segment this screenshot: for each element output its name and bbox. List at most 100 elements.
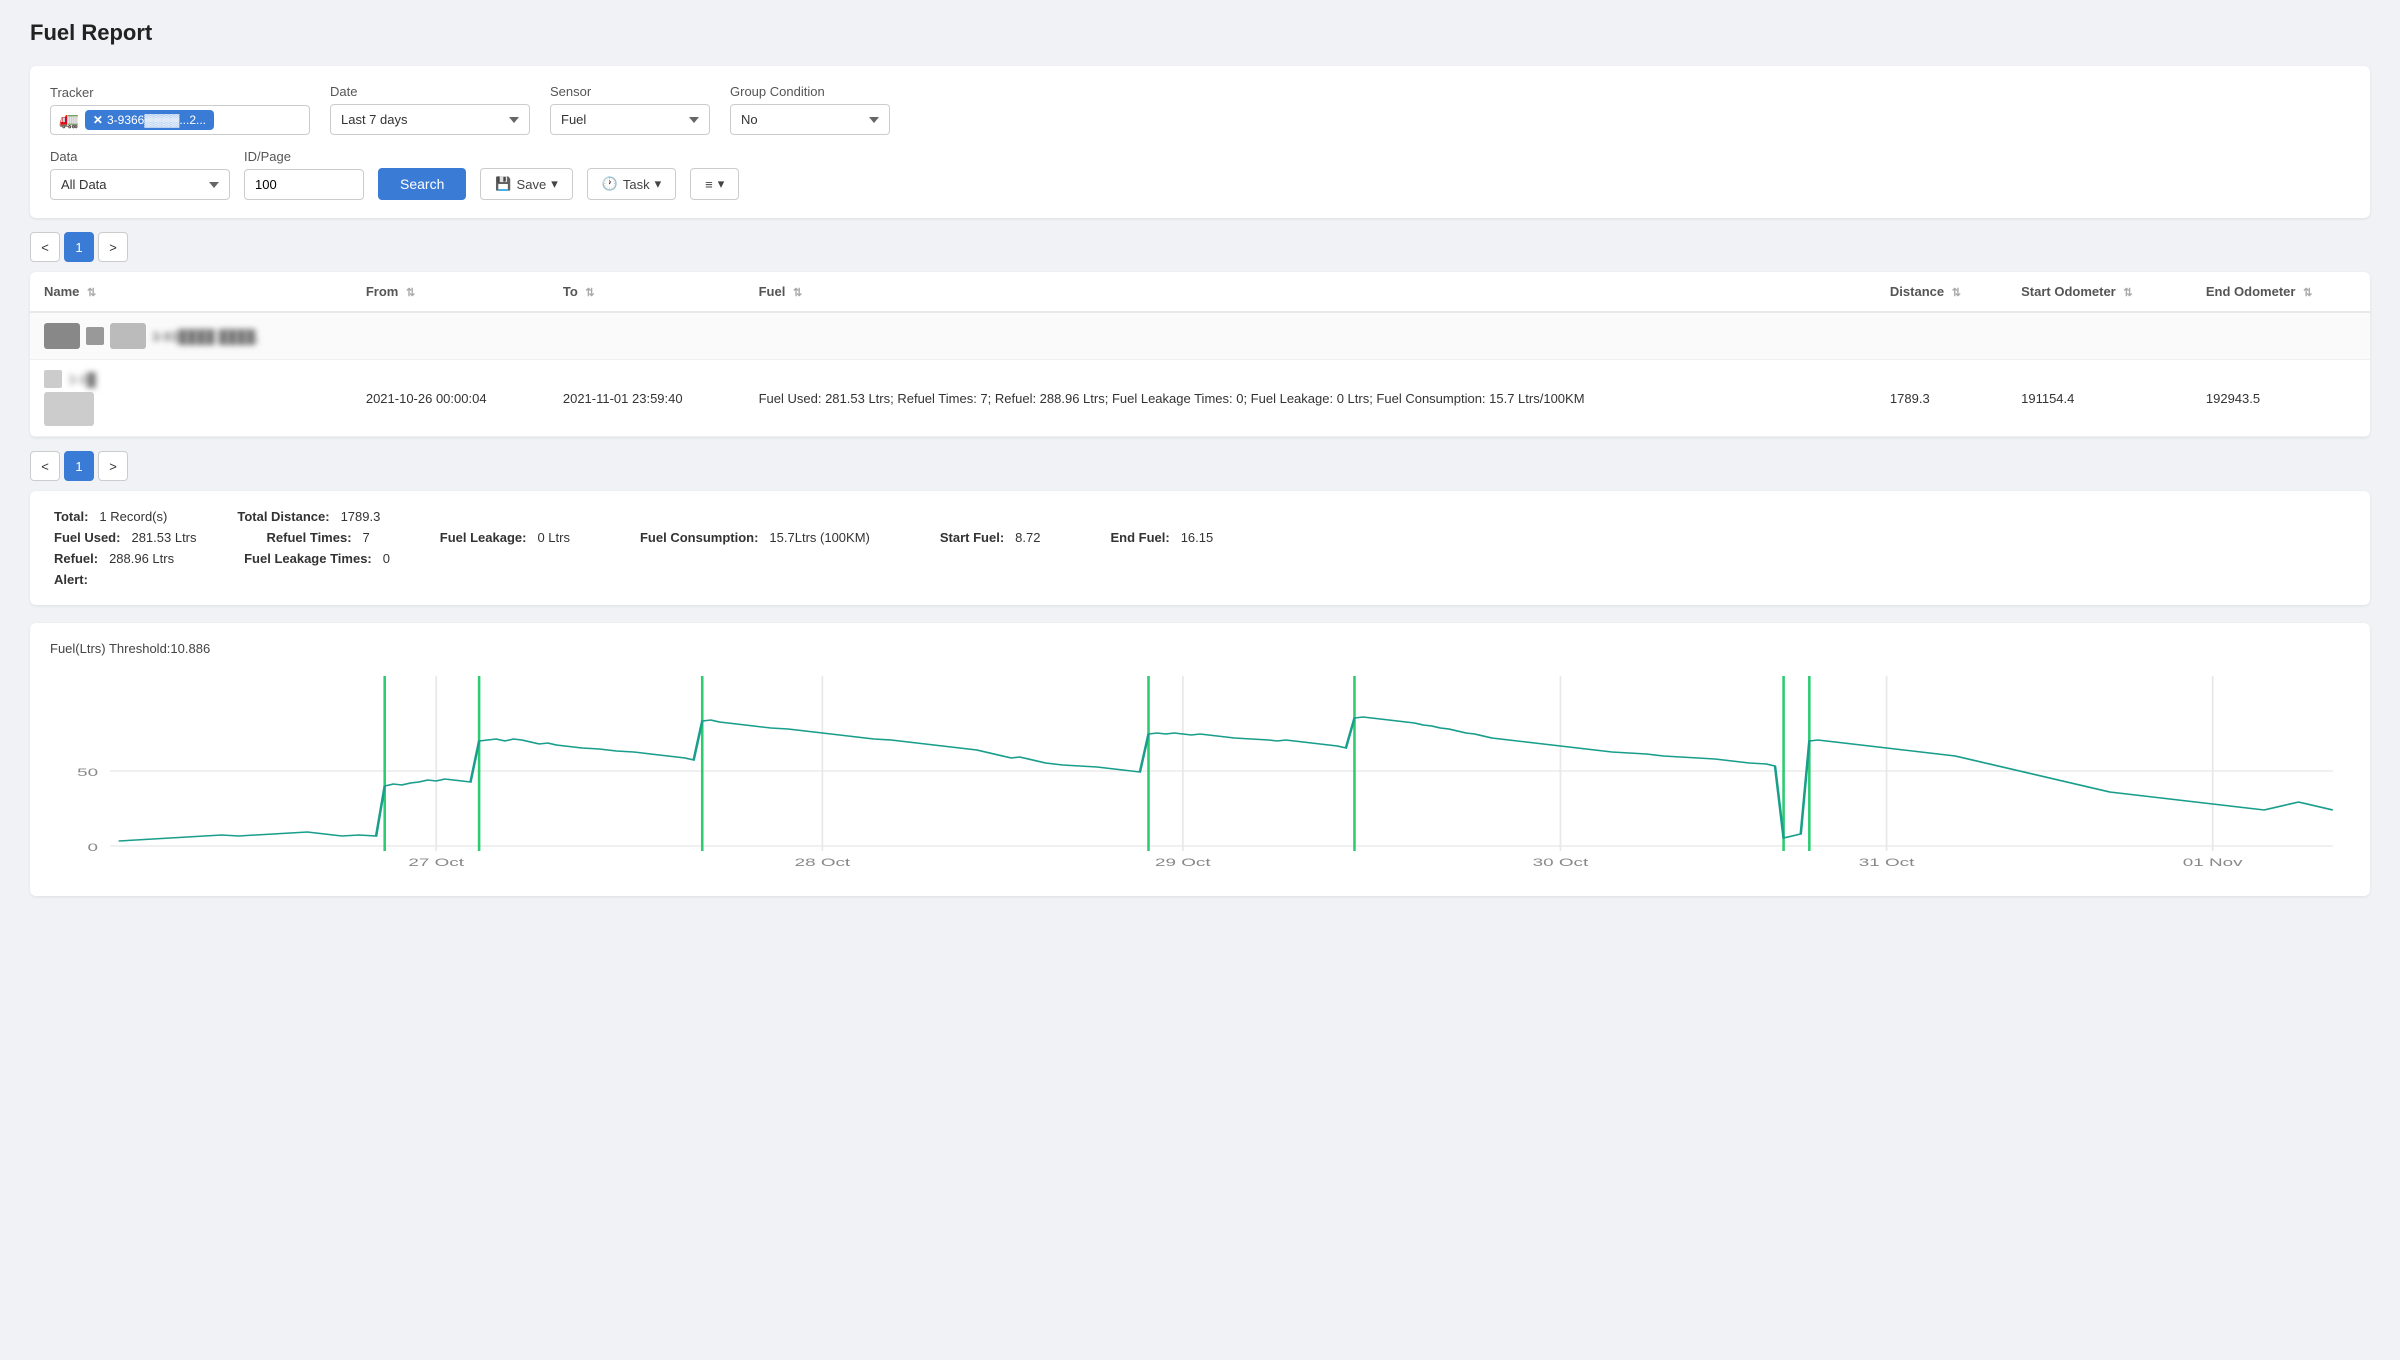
group-condition-filter: Group Condition No: [730, 84, 890, 135]
fuel-consumption-label: Fuel Consumption:: [640, 530, 758, 545]
next-page-button[interactable]: >: [98, 232, 128, 262]
col-name[interactable]: Name ⇅: [30, 272, 352, 312]
row-start-odo-cell: 191154.4: [2007, 360, 2192, 437]
sensor-select[interactable]: Fuel: [550, 104, 710, 135]
thumb-light-icon: [110, 323, 146, 349]
sort-start-odo-icon: ⇅: [2123, 287, 2132, 299]
thumb-sm2-icon: [44, 370, 62, 388]
total-label: Total:: [54, 509, 88, 524]
save-icon: 💾: [495, 176, 511, 192]
x-label-28oct: 28 Oct: [795, 857, 851, 869]
col-from[interactable]: From ⇅: [352, 272, 549, 312]
tracker-tag[interactable]: ✕ 3-9366▓▓▓▓...2...: [85, 110, 214, 130]
data-label: Data: [50, 149, 230, 164]
page-number-button[interactable]: 1: [64, 232, 94, 262]
chart-container: 0 50 27 Oct 28 Oct 29 Oct 30 Oct: [50, 666, 2350, 886]
prev-page-button[interactable]: <: [30, 232, 60, 262]
x-label-31oct: 31 Oct: [1859, 857, 1915, 869]
end-fuel-label: End Fuel:: [1110, 530, 1169, 545]
date-select[interactable]: Last 7 days: [330, 104, 530, 135]
sensor-label: Sensor: [550, 84, 710, 99]
filter-panel: Tracker 🚛 ✕ 3-9366▓▓▓▓...2... Date Last …: [30, 66, 2370, 218]
vehicle-thumbnail: [44, 392, 94, 426]
row-distance-cell: 1789.3: [1876, 360, 2007, 437]
end-fuel-item: End Fuel: 16.15: [1110, 530, 1243, 545]
refuel-times-item: Refuel Times: 7: [267, 530, 400, 545]
group-condition-select[interactable]: No: [730, 104, 890, 135]
refuel-times-value: 7: [363, 530, 370, 545]
thumb-sm-icon: [86, 327, 104, 345]
row-fuel-cell: Fuel Used: 281.53 Ltrs; Refuel Times: 7;…: [745, 360, 1876, 437]
group-name-blurred: 3-93████ ████.: [152, 329, 259, 344]
fuel-leakage-times-item: Fuel Leakage Times: 0: [244, 551, 420, 566]
search-button[interactable]: Search: [378, 168, 466, 200]
fuel-line-path: [119, 717, 2333, 841]
refuel-value: 288.96 Ltrs: [109, 551, 174, 566]
id-page-input[interactable]: [244, 169, 364, 200]
fuel-leakage-item: Fuel Leakage: 0 Ltrs: [440, 530, 600, 545]
x-label-30oct: 30 Oct: [1533, 857, 1589, 869]
sort-from-icon: ⇅: [406, 287, 415, 299]
col-distance[interactable]: Distance ⇅: [1876, 272, 2007, 312]
col-end-odometer[interactable]: End Odometer ⇅: [2192, 272, 2370, 312]
fuel-used-label: Fuel Used:: [54, 530, 120, 545]
id-page-label: ID/Page: [244, 149, 364, 164]
y-label-0: 0: [88, 842, 99, 854]
data-filter: Data All Data: [50, 149, 230, 200]
sort-fuel-icon: ⇅: [793, 287, 802, 299]
row-thumb-wrap: 3-9█: [44, 370, 338, 388]
group-condition-label: Group Condition: [730, 84, 890, 99]
total-item: Total: 1 Record(s): [54, 509, 197, 524]
sensor-filter: Sensor Fuel: [550, 84, 710, 135]
start-fuel-label: Start Fuel:: [940, 530, 1004, 545]
row-to-cell: 2021-11-01 23:59:40: [549, 360, 745, 437]
next-page-button-bottom[interactable]: >: [98, 451, 128, 481]
table-row: 3-93████ ████.: [30, 312, 2370, 360]
tracker-filter: Tracker 🚛 ✕ 3-9366▓▓▓▓...2...: [50, 85, 310, 135]
total-distance-label: Total Distance:: [237, 509, 329, 524]
summary-rows: Total: 1 Record(s) Total Distance: 1789.…: [54, 509, 2346, 587]
fuel-leakage-label: Fuel Leakage:: [440, 530, 527, 545]
fuel-used-value: 281.53 Ltrs: [131, 530, 196, 545]
fuel-leakage-times-value: 0: [383, 551, 390, 566]
y-label-50: 50: [77, 767, 98, 779]
page-number-button-bottom[interactable]: 1: [64, 451, 94, 481]
refuel-times-label: Refuel Times:: [267, 530, 352, 545]
total-distance-item: Total Distance: 1789.3: [237, 509, 410, 524]
alert-item: Alert:: [54, 572, 129, 587]
col-fuel[interactable]: Fuel ⇅: [745, 272, 1876, 312]
fuel-used-item: Fuel Used: 281.53 Ltrs: [54, 530, 227, 545]
data-table: Name ⇅ From ⇅ To ⇅ Fuel ⇅ Distance ⇅ Sta…: [30, 272, 2370, 437]
task-button[interactable]: 🕐 Task ▾: [587, 168, 676, 200]
row-from-cell: 2021-10-26 00:00:04: [352, 360, 549, 437]
summary-line-3: Refuel: 288.96 Ltrs Fuel Leakage Times: …: [54, 551, 2346, 566]
pagination-bottom: < 1 >: [30, 451, 2370, 481]
col-start-odometer[interactable]: Start Odometer ⇅: [2007, 272, 2192, 312]
refuel-label: Refuel:: [54, 551, 98, 566]
save-chevron-icon: ▾: [551, 176, 558, 192]
summary-panel: Total: 1 Record(s) Total Distance: 1789.…: [30, 491, 2370, 605]
close-x[interactable]: ✕: [93, 113, 103, 127]
save-button[interactable]: 💾 Save ▾: [480, 168, 572, 200]
tracker-input-wrap[interactable]: 🚛 ✕ 3-9366▓▓▓▓...2...: [50, 105, 310, 135]
prev-page-button-bottom[interactable]: <: [30, 451, 60, 481]
sort-end-odo-icon: ⇅: [2303, 287, 2312, 299]
row-name-blurred: 3-9█: [68, 372, 96, 387]
sort-distance-icon: ⇅: [1952, 287, 1961, 299]
truck-icon: 🚛: [59, 110, 79, 130]
tracker-label: Tracker: [50, 85, 310, 100]
group-thumb-wrap: 3-93████ ████.: [44, 323, 338, 349]
thumb-gray-icon: [44, 323, 80, 349]
options-button[interactable]: ≡ ▾: [690, 168, 739, 200]
total-value: 1 Record(s): [99, 509, 167, 524]
data-select[interactable]: All Data: [50, 169, 230, 200]
total-distance-value: 1789.3: [341, 509, 381, 524]
date-filter: Date Last 7 days: [330, 84, 530, 135]
summary-line-4: Alert:: [54, 572, 2346, 587]
fuel-consumption-value: 15.7Ltrs (100KM): [769, 530, 869, 545]
refuel-item: Refuel: 288.96 Ltrs: [54, 551, 204, 566]
col-to[interactable]: To ⇅: [549, 272, 745, 312]
task-chevron-icon: ▾: [655, 176, 662, 192]
start-fuel-value: 8.72: [1015, 530, 1040, 545]
id-page-filter: ID/Page: [244, 149, 364, 200]
